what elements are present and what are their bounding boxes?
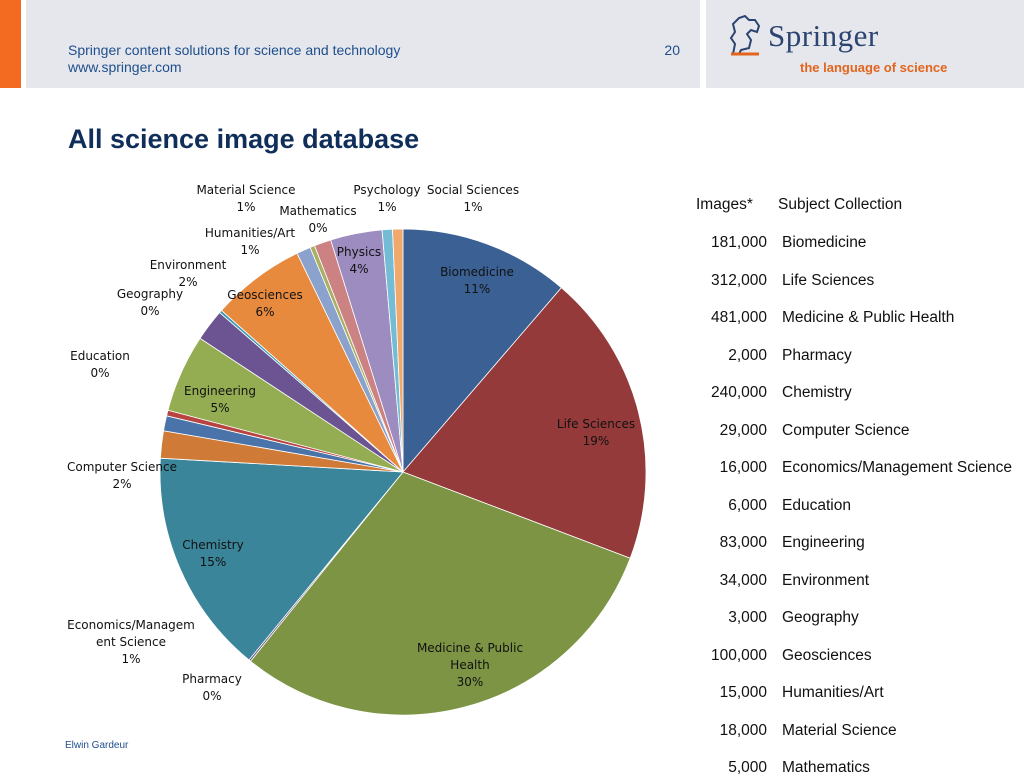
- table-row: 240,000 Chemistry: [690, 384, 1024, 404]
- table-row: 181,000 Biomedicine: [690, 234, 1024, 254]
- slice-label: Environment 2%: [150, 258, 227, 289]
- image-count: 100,000: [710, 646, 767, 664]
- image-count: 34,000: [719, 571, 767, 589]
- table-row: 2,000 Pharmacy: [690, 347, 1024, 367]
- image-count: 18,000: [719, 721, 767, 739]
- slice-label: Social Sciences 1%: [427, 183, 519, 214]
- subject-name: Education: [782, 496, 851, 514]
- header-images: Images*: [696, 196, 753, 213]
- image-count: 5,000: [728, 759, 767, 776]
- footer-author: Elwin Gardeur: [65, 740, 129, 751]
- subject-name: Computer Science: [782, 421, 910, 439]
- subject-name: Mathematics: [782, 759, 870, 776]
- subject-name: Humanities/Art: [782, 684, 884, 701]
- image-count: 481,000: [710, 309, 767, 326]
- subject-name: Material Science: [782, 721, 897, 739]
- table-row: 18,000 Material Science: [690, 722, 1024, 742]
- subject-name: Life Sciences: [782, 271, 875, 289]
- table-row: 481,000 Medicine & Public Health: [690, 309, 1024, 329]
- subject-name: Chemistry: [782, 384, 852, 401]
- subject-name: Engineering: [782, 534, 865, 551]
- table-row: 34,000 Environment: [690, 572, 1024, 592]
- image-count: 181,000: [710, 234, 767, 251]
- image-count: 83,000: [719, 534, 767, 551]
- slice-label: Pharmacy 0%: [182, 672, 242, 703]
- table-row: 29,000 Computer Science: [690, 422, 1024, 442]
- table-header: Images* Subject Collection: [696, 196, 902, 214]
- header-subject: Subject Collection: [778, 196, 903, 213]
- springer-logo[interactable]: Springer: [768, 18, 879, 54]
- subject-name: Economics/Management Science: [782, 459, 1013, 476]
- subject-name: Geosciences: [782, 646, 872, 664]
- subject-name: Environment: [782, 571, 870, 589]
- image-count: 16,000: [719, 459, 767, 476]
- table-row: 83,000 Engineering: [690, 534, 1024, 554]
- slice-label: Economics/Managem ent Science 1%: [67, 618, 195, 666]
- subject-name: Biomedicine: [782, 234, 867, 251]
- springer-horse-icon: [729, 14, 761, 56]
- slice-label: Psychology 1%: [353, 183, 420, 214]
- table-row: 16,000 Economics/Management Science: [690, 459, 1024, 479]
- table-row: 6,000 Education: [690, 497, 1024, 517]
- slice-label: Geography 0%: [117, 287, 183, 318]
- subject-name: Geography: [782, 609, 859, 626]
- image-count: 29,000: [719, 421, 767, 439]
- logo-tagline: the language of science: [800, 60, 948, 75]
- slice-label: Humanities/Art 1%: [205, 226, 295, 257]
- table-row: 5,000 Mathematics: [690, 759, 1024, 779]
- table-row: 3,000 Geography: [690, 609, 1024, 629]
- slice-label: Education 0%: [70, 349, 130, 380]
- image-count: 3,000: [728, 609, 767, 626]
- image-count: 2,000: [728, 346, 767, 364]
- table-row: 15,000 Humanities/Art: [690, 684, 1024, 704]
- image-count: 312,000: [710, 271, 767, 289]
- subject-name: Pharmacy: [782, 346, 852, 364]
- table-row: 100,000 Geosciences: [690, 647, 1024, 667]
- image-count: 15,000: [719, 684, 767, 701]
- image-count: 6,000: [728, 496, 767, 514]
- pie-chart: Biomedicine 11%Life Sciences 19%Medicine &…: [67, 183, 647, 716]
- subject-name: Medicine & Public Health: [782, 309, 955, 326]
- image-count: 240,000: [710, 384, 767, 401]
- table-row: 312,000 Life Sciences: [690, 272, 1024, 292]
